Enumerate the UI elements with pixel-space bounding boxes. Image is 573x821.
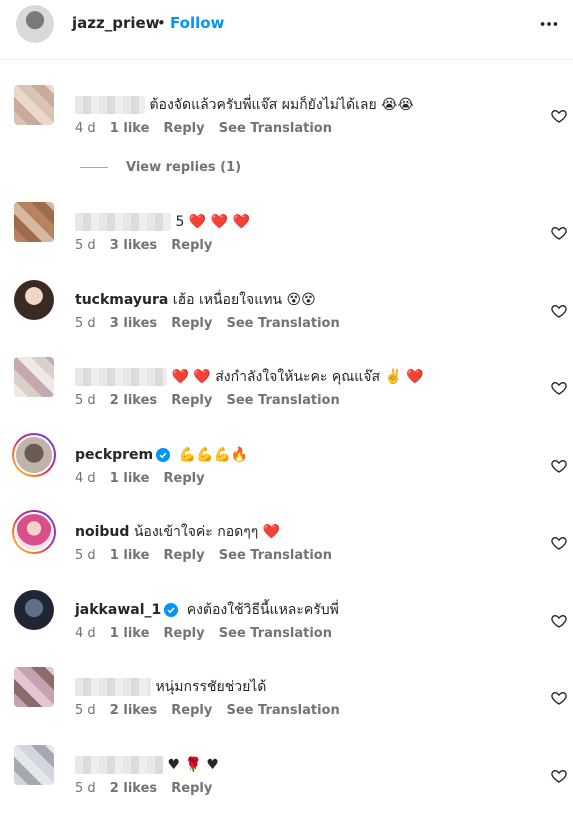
comment-time: 5 d bbox=[75, 548, 96, 563]
verified-badge-icon bbox=[164, 603, 179, 617]
comment-text: คงต้องใช้วิธีนี้แหละครับพี่ bbox=[186, 602, 339, 618]
comment-text: หนุ่มกรรชัยช่วยได้ bbox=[155, 679, 267, 695]
see-translation-button[interactable]: See Translation bbox=[227, 393, 340, 408]
comment-text: ♥ 🌹 ♥ bbox=[167, 757, 219, 773]
see-translation-button[interactable]: See Translation bbox=[227, 316, 340, 331]
comment-item: หนุ่มกรรชัยช่วยได้ 5 d 2 likes Reply See… bbox=[0, 667, 573, 743]
comment-text: 5 ❤️ ❤️ ❤️ bbox=[175, 214, 251, 230]
verified-badge-icon bbox=[156, 448, 171, 462]
avatar[interactable] bbox=[14, 85, 54, 125]
comment-time: 4 d bbox=[75, 626, 96, 641]
comment-username[interactable]: tuckmayura bbox=[75, 292, 168, 308]
likes-count[interactable]: 2 likes bbox=[110, 393, 157, 408]
avatar bbox=[14, 435, 54, 475]
comment-text: น้องเข้าใจค่ะ กอดๆๆ ❤️ bbox=[133, 524, 281, 540]
header-separator: • bbox=[157, 14, 166, 32]
avatar[interactable] bbox=[14, 357, 54, 397]
comment-item: noibud น้องเข้าใจค่ะ กอดๆๆ ❤️ 5 d 1 like… bbox=[0, 510, 573, 588]
redacted-username[interactable] bbox=[75, 756, 163, 774]
view-replies-button[interactable]: View replies (1) bbox=[80, 160, 241, 175]
comment-username[interactable]: peckprem bbox=[75, 447, 153, 463]
likes-count[interactable]: 1 like bbox=[110, 471, 150, 486]
comment-text: เฮ้อ เหนื่อยใจแทน 😵😵 bbox=[172, 292, 316, 308]
view-replies-label: View replies (1) bbox=[126, 160, 242, 175]
reply-button[interactable]: Reply bbox=[164, 626, 205, 641]
see-translation-button[interactable]: See Translation bbox=[227, 703, 340, 718]
reply-button[interactable]: Reply bbox=[164, 121, 205, 136]
reply-button[interactable]: Reply bbox=[164, 548, 205, 563]
heart-outline-icon[interactable] bbox=[551, 458, 567, 474]
heart-outline-icon[interactable] bbox=[551, 380, 567, 396]
reply-button[interactable]: Reply bbox=[171, 316, 212, 331]
heart-outline-icon[interactable] bbox=[551, 303, 567, 319]
heart-outline-icon[interactable] bbox=[551, 225, 567, 241]
heart-outline-icon[interactable] bbox=[551, 535, 567, 551]
comment-time: 5 d bbox=[75, 703, 96, 718]
comment-text: ❤️ ❤️ ส่งกำลังใจให้นะคะ คุณแจ๊ส ✌️ ❤️ bbox=[171, 369, 424, 385]
replies-divider bbox=[80, 167, 108, 168]
likes-count[interactable]: 1 like bbox=[110, 548, 150, 563]
comment-time: 5 d bbox=[75, 238, 96, 253]
likes-count[interactable]: 2 likes bbox=[110, 703, 157, 718]
reply-button[interactable]: Reply bbox=[171, 393, 212, 408]
comment-item: ต้องจัดแล้วครับพี่แจ๊ส ผมก็ยังไม่ได้เลย … bbox=[0, 85, 573, 161]
see-translation-button[interactable]: See Translation bbox=[219, 548, 332, 563]
comment-time: 4 d bbox=[75, 471, 96, 486]
redacted-username[interactable] bbox=[75, 678, 151, 696]
post-header: jazz_priew • Follow bbox=[0, 0, 573, 60]
avatar-story-ring[interactable] bbox=[12, 433, 56, 477]
reply-button[interactable]: Reply bbox=[171, 238, 212, 253]
comment-time: 5 d bbox=[75, 316, 96, 331]
avatar[interactable] bbox=[14, 667, 54, 707]
more-horizontal-icon[interactable] bbox=[538, 13, 560, 35]
avatar-story-ring[interactable] bbox=[12, 510, 56, 554]
comment-time: 5 d bbox=[75, 781, 96, 796]
likes-count[interactable]: 1 like bbox=[110, 121, 150, 136]
see-translation-button[interactable]: See Translation bbox=[219, 121, 332, 136]
comment-item: ♥ 🌹 ♥ 5 d 2 likes Reply bbox=[0, 745, 573, 821]
heart-outline-icon[interactable] bbox=[551, 108, 567, 124]
likes-count[interactable]: 3 likes bbox=[110, 316, 157, 331]
redacted-username[interactable] bbox=[75, 368, 167, 386]
reply-button[interactable]: Reply bbox=[164, 471, 205, 486]
avatar[interactable] bbox=[14, 590, 54, 630]
redacted-username[interactable] bbox=[75, 213, 171, 231]
comment-username[interactable]: jakkawal_1 bbox=[75, 602, 161, 618]
comment-text: ต้องจัดแล้วครับพี่แจ๊ส ผมก็ยังไม่ได้เลย … bbox=[149, 97, 414, 113]
likes-count[interactable]: 3 likes bbox=[110, 238, 157, 253]
see-translation-button[interactable]: See Translation bbox=[219, 626, 332, 641]
comment-time: 5 d bbox=[75, 393, 96, 408]
comment-item: 5 ❤️ ❤️ ❤️ 5 d 3 likes Reply bbox=[0, 202, 573, 278]
comment-text: 💪💪💪🔥 bbox=[178, 447, 249, 463]
avatar[interactable] bbox=[14, 202, 54, 242]
heart-outline-icon[interactable] bbox=[551, 613, 567, 629]
avatar bbox=[14, 512, 54, 552]
likes-count[interactable]: 2 likes bbox=[110, 781, 157, 796]
profile-avatar[interactable] bbox=[16, 5, 54, 43]
avatar[interactable] bbox=[14, 745, 54, 785]
heart-outline-icon[interactable] bbox=[551, 690, 567, 706]
comment-time: 4 d bbox=[75, 121, 96, 136]
comment-item: jakkawal_1 คงต้องใช้วิธีนี้แหละครับพี่ 4… bbox=[0, 590, 573, 666]
comment-username[interactable]: noibud bbox=[75, 524, 129, 540]
follow-button[interactable]: Follow bbox=[170, 14, 224, 32]
redacted-username[interactable] bbox=[75, 96, 145, 114]
avatar[interactable] bbox=[14, 280, 54, 320]
reply-button[interactable]: Reply bbox=[171, 703, 212, 718]
reply-button[interactable]: Reply bbox=[171, 781, 212, 796]
comment-item: ❤️ ❤️ ส่งกำลังใจให้นะคะ คุณแจ๊ส ✌️ ❤️ 5 … bbox=[0, 357, 573, 433]
comment-item: peckprem 💪💪💪🔥 4 d 1 like Reply bbox=[0, 433, 573, 511]
header-username[interactable]: jazz_priew bbox=[72, 14, 160, 32]
heart-outline-icon[interactable] bbox=[551, 768, 567, 784]
comment-item: tuckmayura เฮ้อ เหนื่อยใจแทน 😵😵 5 d 3 li… bbox=[0, 280, 573, 356]
likes-count[interactable]: 1 like bbox=[110, 626, 150, 641]
